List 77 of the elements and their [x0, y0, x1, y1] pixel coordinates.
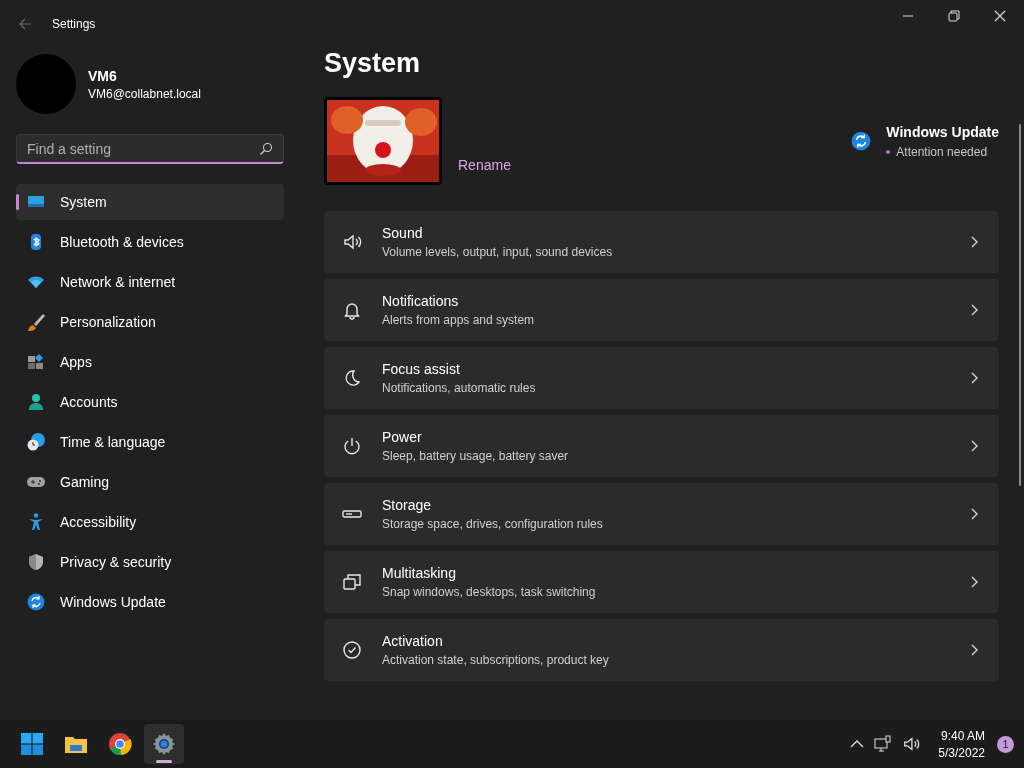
card-title: Focus assist — [382, 361, 461, 377]
page-title: System — [324, 48, 422, 79]
shield-icon — [26, 552, 46, 572]
power-icon — [342, 436, 362, 456]
card-description: Alerts from apps and system — [382, 313, 536, 327]
sidebar-item[interactable]: Windows Update — [16, 584, 284, 620]
sidebar-item[interactable]: Privacy & security — [16, 544, 284, 580]
speaker-icon — [342, 232, 362, 252]
windows-logo-icon — [20, 732, 44, 756]
check-circle-icon — [342, 640, 362, 660]
sidebar-item[interactable]: Network & internet — [16, 264, 284, 300]
settings-card[interactable]: Sound Volume levels, output, input, sound devices — [324, 211, 999, 273]
card-title: Storage — [382, 497, 433, 513]
sidebar-item[interactable]: Bluetooth & devices — [16, 224, 284, 260]
network-monitor-icon[interactable] — [874, 735, 893, 753]
card-description: Notifications, automatic rules — [382, 381, 537, 395]
card-title: Multitasking — [382, 565, 457, 581]
card-description: Volume levels, output, input, sound devices — [382, 245, 614, 259]
person-icon — [26, 392, 46, 412]
sidebar-item[interactable]: Accounts — [16, 384, 284, 420]
card-description: Activation state, subscriptions, product key — [382, 653, 610, 667]
chevron-right-icon — [969, 440, 979, 452]
notification-badge[interactable]: 1 — [997, 735, 1014, 753]
selection-indicator — [16, 194, 19, 210]
settings-card[interactable]: Power Sleep, battery usage, battery saver — [324, 415, 999, 477]
sidebar-item[interactable]: Personalization — [16, 304, 284, 340]
bell-icon — [342, 300, 362, 320]
card-title: Power — [382, 429, 423, 445]
search-icon[interactable] — [259, 142, 273, 156]
gear-icon — [152, 732, 176, 756]
status-dot — [886, 149, 891, 154]
settings-card[interactable]: Storage Storage space, drives, configuration rules — [324, 483, 999, 545]
chevron-right-icon — [969, 372, 979, 384]
settings-card[interactable]: Focus assist Notifications, automatic rules — [324, 347, 999, 409]
close-icon[interactable] — [994, 10, 1006, 22]
chevron-right-icon — [969, 236, 979, 248]
sync-icon — [850, 130, 873, 152]
rename-link[interactable]: Rename — [458, 157, 511, 173]
chevron-right-icon — [969, 304, 979, 316]
card-title: Activation — [382, 633, 444, 649]
card-description: Sleep, battery usage, battery saver — [382, 449, 570, 463]
windows-stack-icon — [342, 572, 362, 592]
maximize-icon[interactable] — [948, 10, 960, 22]
browser-icon — [108, 732, 132, 756]
card-title: Notifications — [382, 293, 460, 309]
avatar — [16, 54, 76, 114]
sidebar-item[interactable]: System — [16, 184, 284, 220]
sidebar-item[interactable]: Gaming — [16, 464, 284, 500]
settings-card[interactable]: Notifications Alerts from apps and system — [324, 279, 999, 341]
user-name: VM6 — [88, 67, 118, 84]
window-title: Settings — [52, 17, 96, 31]
sync-icon — [26, 592, 46, 612]
sidebar-item[interactable]: Time & language — [16, 424, 284, 460]
scrollbar[interactable] — [1019, 124, 1021, 486]
search-field[interactable]: Find a setting — [16, 134, 284, 164]
settings-card[interactable]: Multitasking Snap windows, desktops, task switching — [324, 551, 999, 613]
chevron-right-icon — [969, 644, 979, 656]
speaker-icon[interactable] — [902, 735, 921, 753]
apps-icon — [26, 352, 46, 372]
taskbar-button[interactable] — [144, 724, 184, 764]
running-indicator — [156, 760, 172, 763]
card-title: Sound — [382, 225, 424, 241]
clock-globe-icon — [26, 432, 46, 452]
update-status: Attention needed — [896, 144, 988, 159]
sidebar-item[interactable]: Apps — [16, 344, 284, 380]
clock[interactable]: 9:40 AM 5/3/2022 — [938, 728, 985, 760]
brush-icon — [26, 312, 46, 332]
sidebar-item[interactable]: Accessibility — [16, 504, 284, 540]
card-description: Storage space, drives, configuration rules — [382, 517, 604, 531]
settings-card[interactable]: Activation Activation state, subscriptions, product key — [324, 619, 999, 681]
user-email: VM6@collabnet.local — [88, 86, 201, 101]
chevron-right-icon — [969, 508, 979, 520]
chevron-up-icon[interactable] — [850, 739, 865, 749]
update-title: Windows Update — [886, 123, 999, 140]
card-description: Snap windows, desktops, task switching — [382, 585, 597, 599]
chevron-right-icon — [969, 576, 979, 588]
back-icon[interactable] — [18, 17, 32, 31]
